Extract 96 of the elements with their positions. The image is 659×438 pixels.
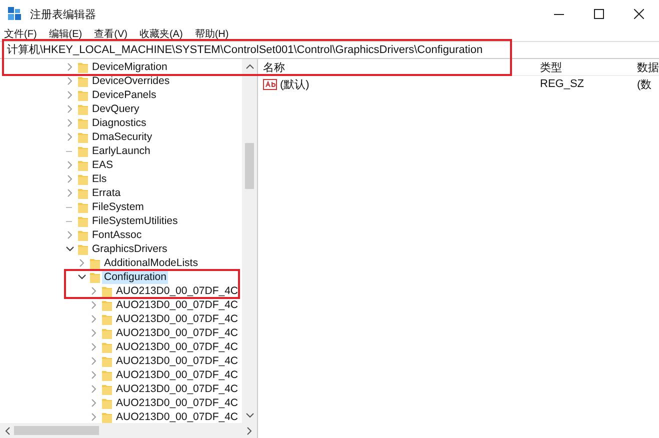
folder-icon — [78, 90, 88, 100]
tree-item[interactable]: AUO213D0_00_07DF_4C — [114, 382, 240, 396]
window-title: 注册表编辑器 — [30, 8, 96, 22]
folder-icon — [78, 244, 88, 254]
tree-item[interactable]: Els — [90, 172, 109, 186]
tree-item[interactable]: AUO213D0_00_07DF_4C — [114, 298, 240, 312]
tree-item[interactable]: FileSystemUtilities — [90, 214, 180, 228]
menu-item[interactable]: 查看(V) — [94, 28, 128, 41]
column-header[interactable]: 名称 — [258, 60, 540, 74]
expand-chevron-icon[interactable] — [66, 161, 74, 169]
tree-item[interactable]: Errata — [90, 186, 123, 200]
folder-icon — [102, 328, 112, 338]
folder-icon — [102, 356, 112, 366]
collapse-chevron-icon[interactable] — [78, 273, 86, 281]
folder-icon — [78, 202, 88, 212]
expand-chevron-icon[interactable] — [90, 287, 98, 295]
folder-icon — [78, 118, 88, 128]
expand-chevron-icon[interactable] — [66, 231, 74, 239]
column-header[interactable]: 数据 — [637, 60, 659, 74]
tree-item[interactable]: AUO213D0_00_07DF_4C — [114, 354, 240, 368]
scrollbar-thumb[interactable] — [14, 426, 99, 435]
tree-item[interactable]: AUO213D0_00_07DF_4C — [114, 396, 240, 410]
expand-chevron-icon[interactable] — [66, 77, 74, 85]
folder-icon — [102, 398, 112, 408]
maximize-icon — [594, 9, 604, 19]
expand-chevron-icon[interactable] — [78, 259, 86, 267]
tree-item[interactable]: DevicePanels — [90, 88, 158, 102]
expand-chevron-icon[interactable] — [90, 413, 98, 421]
folder-icon — [90, 272, 100, 282]
menu-item[interactable]: 编辑(E) — [48, 28, 82, 41]
folder-icon — [102, 300, 112, 310]
tree-item[interactable]: GraphicsDrivers — [90, 242, 170, 256]
menu-item[interactable]: 帮助(H) — [194, 28, 229, 41]
folder-icon — [102, 342, 112, 352]
expand-chevron-icon[interactable] — [90, 371, 98, 379]
tree-item[interactable]: AUO213D0_00_07DF_4C — [114, 312, 240, 326]
expand-chevron-icon[interactable] — [90, 315, 98, 323]
tree-item[interactable]: EAS — [90, 158, 116, 172]
value-name[interactable]: (默认) — [280, 76, 310, 92]
tree-item[interactable]: AUO213D0_00_07DF_4C — [114, 410, 240, 423]
tree-item[interactable]: EarlyLaunch — [90, 144, 152, 158]
expand-chevron-icon[interactable] — [66, 175, 74, 183]
tree-item[interactable]: Diagnostics — [90, 116, 148, 130]
folder-icon — [78, 104, 88, 114]
expand-chevron-icon[interactable] — [90, 385, 98, 393]
tree-item[interactable]: AdditionalModeLists — [102, 256, 200, 270]
folder-icon — [102, 384, 112, 394]
expand-chevron-icon[interactable] — [90, 301, 98, 309]
folder-icon — [102, 286, 112, 296]
scrollbar-thumb[interactable] — [245, 143, 254, 189]
value-type: REG_SZ — [540, 78, 586, 90]
tree-item[interactable]: AUO213D0_00_07DF_4C — [114, 368, 240, 382]
collapse-chevron-icon[interactable] — [66, 245, 74, 253]
folder-icon — [78, 146, 88, 156]
registry-editor-icon — [8, 7, 22, 21]
folder-icon — [102, 314, 112, 324]
tree-item[interactable]: DeviceMigration — [90, 60, 170, 74]
expand-chevron-icon[interactable] — [90, 329, 98, 337]
close-icon — [634, 9, 644, 19]
expand-chevron-icon[interactable] — [66, 119, 74, 127]
expand-chevron-icon[interactable] — [66, 105, 74, 113]
address-bar[interactable]: 计算机\HKEY_LOCAL_MACHINE\SYSTEM\ControlSet001\Control\GraphicsDrivers\Configuration — [0, 41, 659, 59]
folder-icon — [78, 132, 88, 142]
folder-icon — [78, 188, 88, 198]
folder-icon — [78, 76, 88, 86]
tree-item[interactable]: AUO213D0_00_07DF_4C — [114, 326, 240, 340]
expand-chevron-icon[interactable] — [90, 343, 98, 351]
vertical-scrollbar[interactable] — [242, 59, 257, 423]
tree-item[interactable]: Configuration — [102, 270, 168, 284]
folder-icon — [78, 174, 88, 184]
expand-chevron-icon[interactable] — [66, 133, 74, 141]
folder-icon — [90, 258, 100, 268]
menu-item[interactable]: 文件(F) — [4, 28, 37, 41]
expand-chevron-icon[interactable] — [90, 357, 98, 365]
column-header[interactable]: 类型 — [540, 60, 637, 74]
folder-icon — [78, 230, 88, 240]
horizontal-scrollbar[interactable] — [0, 423, 257, 438]
folder-icon — [78, 216, 88, 226]
folder-icon — [102, 370, 112, 380]
expand-chevron-icon[interactable] — [66, 91, 74, 99]
tree-item[interactable]: AUO213D0_00_07DF_4C — [114, 340, 240, 354]
tree-item[interactable]: FontAssoc — [90, 228, 144, 242]
tree-item[interactable]: DevQuery — [90, 102, 142, 116]
value-data: (数 — [637, 78, 653, 92]
folder-icon — [78, 160, 88, 170]
tree-item[interactable]: DmaSecurity — [90, 130, 154, 144]
tree-item[interactable]: FileSystem — [90, 200, 146, 214]
menu-item[interactable]: 收藏夹(A) — [139, 28, 183, 41]
expand-chevron-icon[interactable] — [66, 63, 74, 71]
expand-chevron-icon[interactable] — [66, 189, 74, 197]
tree-item[interactable]: DeviceOverrides — [90, 74, 172, 88]
string-value-icon — [263, 78, 277, 90]
expand-chevron-icon[interactable] — [90, 399, 98, 407]
folder-icon — [102, 412, 112, 422]
tree-item[interactable]: AUO213D0_00_07DF_4C — [114, 284, 240, 298]
folder-icon — [78, 62, 88, 72]
